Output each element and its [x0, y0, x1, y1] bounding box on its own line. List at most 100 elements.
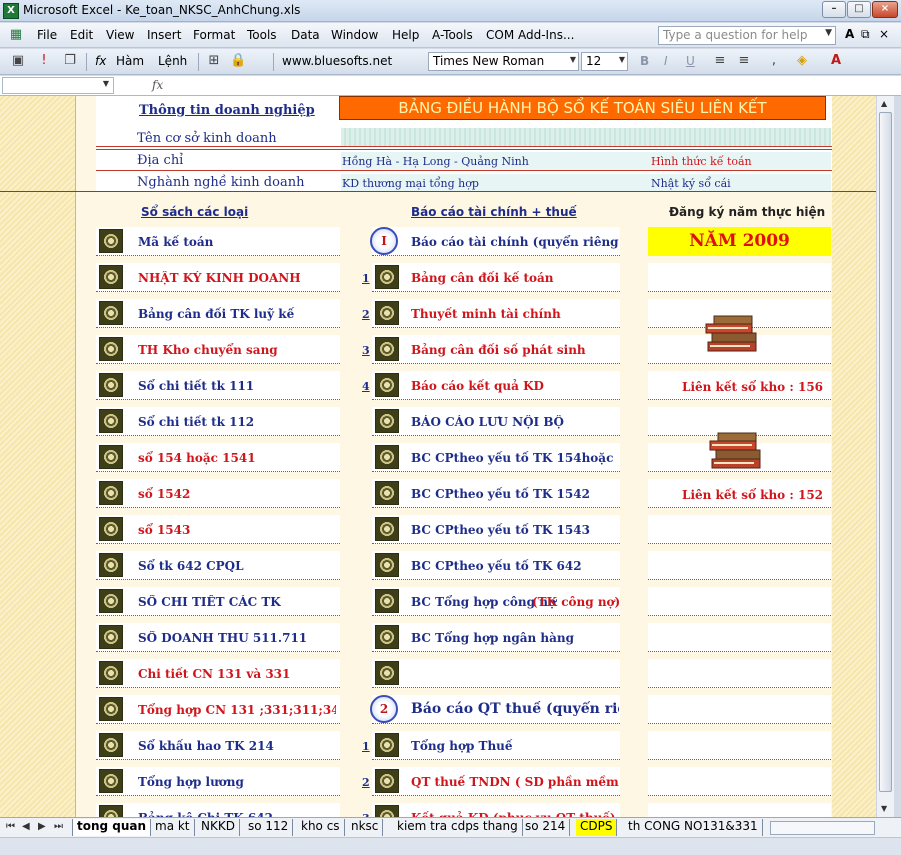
report-row[interactable]: BC CPtheo yếu tố TK 642	[372, 551, 620, 580]
last-sheet-icon[interactable]: ⏭	[54, 821, 63, 832]
gear-icon[interactable]	[99, 445, 123, 469]
report-link[interactable]: Tổng hợp Thuế	[411, 739, 619, 753]
book-link[interactable]: Sổ chi tiết tk 111	[138, 379, 336, 393]
close-button[interactable]: ×	[872, 1, 898, 18]
report-link[interactable]: Thuyết minh tài chính	[411, 307, 619, 321]
prev-sheet-icon[interactable]: ◀	[22, 821, 30, 832]
gear-icon[interactable]	[375, 265, 399, 289]
book-link[interactable]: Sổ tk 642 CPQL	[138, 559, 336, 573]
book-row[interactable]: sổ 1542	[96, 479, 340, 508]
tab-cdps[interactable]: CDPS	[576, 819, 618, 836]
sheet-grid[interactable]: Thông tin doanh nghiệp BẢNG ĐIỀU HÀNH BỘ…	[0, 96, 876, 817]
report-link[interactable]: BC CPtheo yếu tố TK 154hoặc 1541	[411, 451, 619, 465]
gear-icon[interactable]	[375, 337, 399, 361]
scroll-down-icon[interactable]: ▼	[881, 804, 887, 813]
business-name-field[interactable]	[341, 128, 831, 146]
report-row[interactable]: Báo cáo kết quả KD	[372, 371, 620, 400]
book-link[interactable]: sổ 1543	[138, 523, 336, 537]
workbook-icon[interactable]: ▦	[8, 27, 24, 43]
gear-icon[interactable]	[375, 589, 399, 613]
menu-a-tools[interactable]: A-Tools	[432, 28, 473, 42]
gear-icon[interactable]	[375, 373, 399, 397]
comma-style-icon[interactable]: ,	[766, 53, 782, 69]
menu-data[interactable]: Data	[291, 28, 320, 42]
fill-color-icon[interactable]: ◈	[794, 53, 810, 69]
align-left-icon[interactable]: ≡	[712, 53, 728, 69]
year-cell[interactable]	[648, 551, 831, 580]
gear-icon[interactable]	[99, 265, 123, 289]
year-cell[interactable]	[648, 515, 831, 544]
gear-icon[interactable]	[99, 481, 123, 505]
lenh-button[interactable]: Lệnh	[158, 54, 187, 68]
book-link[interactable]: Tổng hợp CN 131 ;331;311;3411…	[138, 703, 336, 717]
report-row[interactable]: Thuyết minh tài chính	[372, 299, 620, 328]
chevron-down-icon[interactable]: ▼	[103, 79, 109, 88]
gear-icon[interactable]	[99, 805, 123, 817]
book-row[interactable]: Sổ chi tiết tk 111	[96, 371, 340, 400]
report-row[interactable]: Báo cáo QT thuế (quyển riêng )	[372, 695, 620, 724]
report-row[interactable]: BC Tổng hợp ngân hàng	[372, 623, 620, 652]
book-row[interactable]: NHẬT KÝ KINH DOANH	[96, 263, 340, 292]
gear-icon[interactable]	[99, 769, 123, 793]
tab-th-cong-no[interactable]: th CONG NO131&331	[624, 819, 763, 836]
gear-icon[interactable]	[99, 625, 123, 649]
gear-icon[interactable]	[375, 481, 399, 505]
report-row[interactable]: Bảng cân đối số phát sinh	[372, 335, 620, 364]
menu-format[interactable]: Format	[193, 28, 235, 42]
gear-icon[interactable]	[99, 517, 123, 541]
section-circle-2[interactable]: 2	[370, 695, 398, 723]
book-link[interactable]: Chi tiết CN 131 và 331	[138, 667, 336, 681]
first-sheet-icon[interactable]: ⏮	[6, 821, 15, 832]
gear-icon[interactable]	[375, 769, 399, 793]
book-link[interactable]: sổ 1542	[138, 487, 336, 501]
book-link[interactable]: TH Kho chuyển sang	[138, 343, 336, 357]
font-size-select[interactable]: 12 ▼	[581, 52, 628, 71]
year-badge[interactable]: NĂM 2009	[648, 227, 831, 256]
italic-button[interactable]: I	[664, 54, 668, 68]
minimize-button[interactable]: –	[822, 1, 846, 18]
gear-icon[interactable]	[375, 733, 399, 757]
horizontal-scrollbar[interactable]	[770, 821, 875, 835]
name-box[interactable]: ▼	[2, 77, 114, 94]
section-number[interactable]: 1	[362, 740, 370, 753]
book-row[interactable]: Tổng hợp lương	[96, 767, 340, 796]
year-cell[interactable]	[648, 659, 831, 688]
report-link[interactable]: BC CPtheo yếu tố TK 642	[411, 559, 619, 573]
year-cell[interactable]	[648, 695, 831, 724]
link-kho-152[interactable]: Liên kết sổ kho : 152	[682, 488, 823, 502]
report-link[interactable]: BC Tổng hợp ngân hàng	[411, 631, 619, 645]
book-row[interactable]: TH Kho chuyển sang	[96, 335, 340, 364]
gear-icon[interactable]	[99, 373, 123, 397]
book-row[interactable]: SỔ DOANH THU 511.711	[96, 623, 340, 652]
report-link[interactable]: Bảng cân đối số phát sinh	[411, 343, 619, 357]
next-sheet-icon[interactable]: ▶	[38, 821, 46, 832]
book-row[interactable]: Chi tiết CN 131 và 331	[96, 659, 340, 688]
tab-kiem-tra-cdps-thang[interactable]: kiem tra cdps thang	[393, 819, 523, 836]
chevron-down-icon[interactable]: ▼	[825, 28, 832, 38]
scroll-up-icon[interactable]: ▲	[881, 99, 887, 108]
merge-icon[interactable]: ⊞	[206, 53, 222, 69]
link-kho-156[interactable]: Liên kết sổ kho : 156	[682, 380, 823, 394]
menu-file[interactable]: File	[37, 28, 57, 42]
report-link[interactable]: QT thuế TNDN ( SD phần mềm thuế )	[411, 775, 619, 789]
tab-nkkd[interactable]: NKKD	[197, 819, 240, 836]
ham-button[interactable]: Hàm	[116, 54, 144, 68]
gear-icon[interactable]	[375, 445, 399, 469]
chevron-down-icon[interactable]: ▼	[570, 55, 576, 64]
year-cell[interactable]	[648, 263, 831, 292]
gear-icon[interactable]	[375, 517, 399, 541]
gear-icon[interactable]	[99, 589, 123, 613]
book-row[interactable]: Tổng hợp CN 131 ;331;311;3411…	[96, 695, 340, 724]
book-link[interactable]: NHẬT KÝ KINH DOANH	[138, 271, 336, 285]
section-number[interactable]: 3	[362, 344, 370, 357]
book-link[interactable]: Sổ khấu hao TK 214	[138, 739, 336, 753]
alert-icon[interactable]: !	[36, 53, 52, 69]
book-row[interactable]: Sổ chi tiết tk 112	[96, 407, 340, 436]
report-link[interactable]: BC CPtheo yếu tố TK 1542	[411, 487, 619, 501]
book-row[interactable]: sổ 154 hoặc 1541	[96, 443, 340, 472]
gear-icon[interactable]	[375, 625, 399, 649]
report-link[interactable]: Bảng cân đối kế toán	[411, 271, 619, 285]
book-row[interactable]: Bảng kê Chi TK 642	[96, 803, 340, 817]
menu-help[interactable]: Help	[392, 28, 419, 42]
font-name-select[interactable]: Times New Roman ▼	[428, 52, 579, 71]
